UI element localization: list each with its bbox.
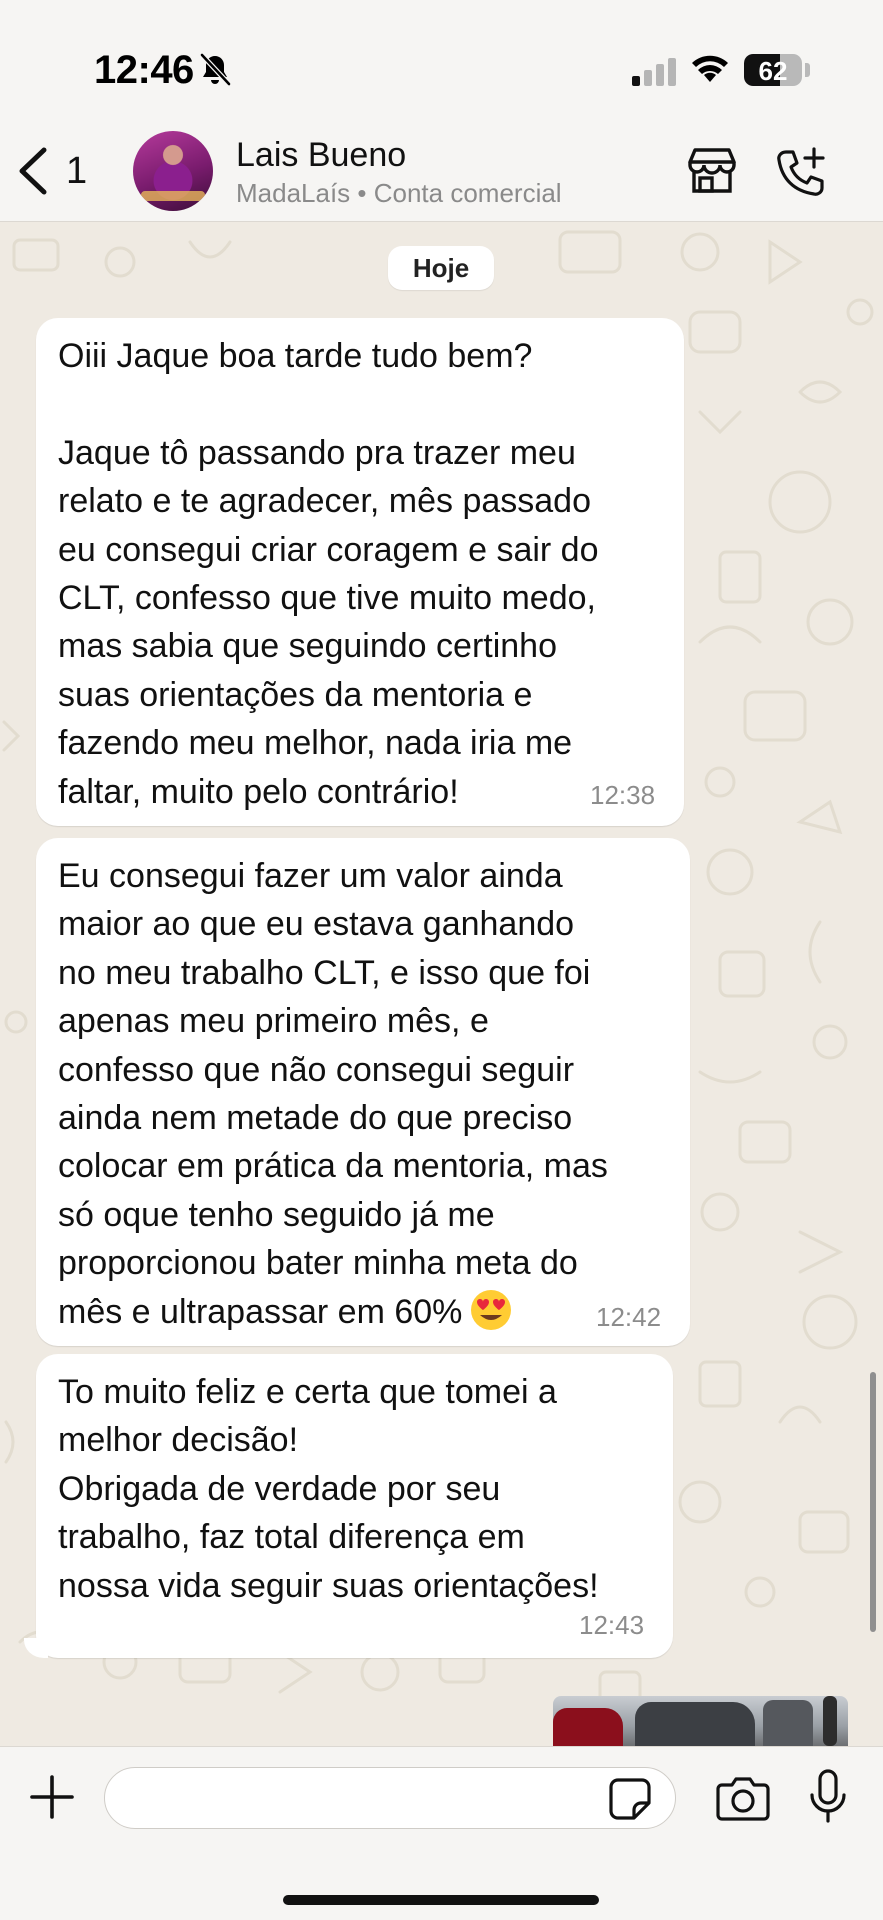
- message-bubble[interactable]: Eu consegui fazer um valor ainda maior a…: [36, 838, 690, 1346]
- message-line: Oiii Jaque boa tarde tudo bem?: [58, 337, 533, 375]
- message-line: eu consegui criar coragem e sair do: [58, 530, 599, 569]
- message-line: To muito feliz e certa que tomei a: [58, 1373, 557, 1411]
- message-line: maior ao que eu estava ganhando: [58, 905, 575, 944]
- media-detail: [763, 1700, 813, 1746]
- camera-icon[interactable]: [716, 1775, 770, 1821]
- chat-area[interactable]: Hoje Oiii Jaque boa tarde tudo bem? Jaqu…: [0, 222, 883, 1746]
- contact-subtitle[interactable]: MadaLaís • Conta comercial: [236, 178, 562, 209]
- home-indicator: [283, 1895, 599, 1905]
- cellular-signal-icon: [632, 58, 676, 86]
- message-time: 12:42: [596, 1302, 662, 1332]
- contact-name[interactable]: Lais Bueno: [236, 136, 406, 175]
- message-line: relato e te agradecer, mês passado: [58, 482, 591, 521]
- microphone-icon[interactable]: [808, 1769, 848, 1825]
- avatar[interactable]: [133, 131, 213, 211]
- status-time: 12:46: [94, 48, 194, 92]
- heart-eyes-emoji: [471, 1289, 512, 1330]
- message-line: Jaque tô passando pra trazer meu: [58, 433, 576, 472]
- message-input[interactable]: [104, 1767, 676, 1829]
- message-bubble[interactable]: Oiii Jaque boa tarde tudo bem? Jaque tô …: [36, 318, 684, 826]
- media-detail: [553, 1708, 623, 1746]
- message-line: confesso que não consegui seguir: [58, 1050, 575, 1089]
- day-separator: Hoje: [388, 246, 494, 290]
- message-line: mês e ultrapassar em 60%: [58, 1292, 463, 1331]
- media-detail: [823, 1696, 837, 1746]
- message-line: CLT, confesso que tive muito medo,: [58, 578, 596, 617]
- battery-nub: [805, 63, 810, 77]
- message-line: mas sabia que seguindo certinho: [58, 627, 557, 666]
- message-text: Oiii Jaque boa tarde tudo bem? Jaque tô …: [58, 332, 599, 816]
- message-text: Eu consegui fazer um valor ainda maior a…: [58, 852, 608, 1336]
- message-line: proporcionou bater minha meta do: [58, 1244, 578, 1283]
- message-line: ainda nem metade do que preciso: [58, 1098, 573, 1137]
- message-line: suas orientações da mentoria e: [58, 675, 533, 714]
- back-chevron-icon[interactable]: [14, 146, 54, 196]
- sticker-icon[interactable]: [608, 1777, 652, 1821]
- composer-bar: [0, 1746, 883, 1920]
- message-bubble[interactable]: To muito feliz e certa que tomei a melho…: [24, 1354, 673, 1658]
- message-line: só oque tenho seguido já me: [58, 1195, 495, 1234]
- message-text: To muito feliz e certa que tomei a melho…: [58, 1368, 599, 1610]
- message-line: nossa vida seguir suas orientações!: [58, 1566, 599, 1605]
- wifi-icon: [692, 55, 728, 82]
- battery-level: 62: [758, 56, 788, 86]
- message-line: Obrigada de verdade por seu: [58, 1469, 501, 1508]
- add-call-icon[interactable]: [774, 146, 826, 198]
- bell-off-icon: [200, 53, 231, 86]
- message-line: colocar em prática da mentoria, mas: [58, 1147, 608, 1186]
- message-time: 12:38: [590, 780, 656, 810]
- message-line: no meu trabalho CLT, e isso que foi: [58, 953, 591, 992]
- store-icon[interactable]: [686, 146, 738, 194]
- media-thumbnail[interactable]: [553, 1696, 848, 1746]
- message-line: Eu consegui fazer um valor ainda: [58, 857, 563, 895]
- media-detail: [635, 1702, 755, 1746]
- message-line: [58, 380, 599, 428]
- message-line: melhor decisão!: [58, 1421, 299, 1460]
- unread-count[interactable]: 1: [66, 150, 87, 193]
- top-bar: 12:46 62 1 Lais Bueno MadaLaís • Conta c…: [0, 0, 883, 222]
- message-line: trabalho, faz total diferença em: [58, 1518, 525, 1557]
- message-line: apenas meu primeiro mês, e: [58, 1002, 489, 1041]
- scrollbar[interactable]: [870, 1372, 876, 1632]
- plus-icon[interactable]: [28, 1773, 76, 1821]
- message-line-with-emoji: mês e ultrapassar em 60%: [58, 1288, 608, 1336]
- message-line: fazendo meu melhor, nada iria me: [58, 724, 573, 763]
- message-time: 12:43: [579, 1610, 645, 1640]
- message-line: faltar, muito pelo contrário!: [58, 772, 459, 811]
- battery-icon: 62: [744, 54, 802, 86]
